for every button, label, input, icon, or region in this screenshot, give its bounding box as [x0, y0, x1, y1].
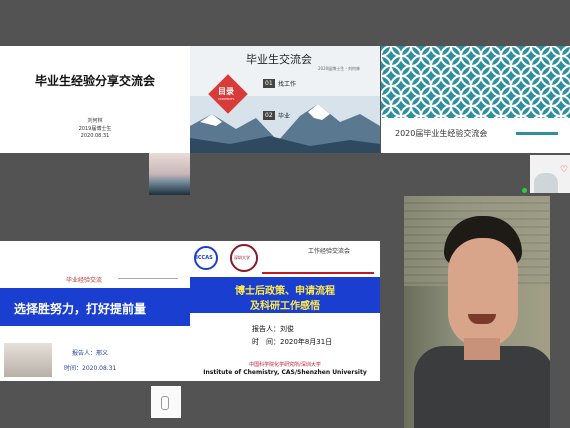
slide-title-line1: 博士后政策、申请流程 — [235, 286, 335, 297]
status-dot — [522, 188, 527, 193]
participant-video-thumb[interactable] — [149, 153, 190, 195]
pattern-background — [381, 46, 570, 118]
participant-tile-4[interactable]: 毕业经验交流 选择胜努力，打好提前量 报告人：邢义 时间：2020.08.31 — [0, 241, 190, 381]
contents-label: 目录 — [218, 87, 234, 96]
logo-iccas-text: ICCAS — [196, 255, 213, 261]
item-num-1: 01 — [263, 79, 275, 88]
slide-headline: 选择胜努力，打好提前量 — [14, 302, 147, 316]
institution-en: Institute of Chemistry, CAS/Shenzhen Uni… — [203, 369, 367, 376]
participant-tile-2[interactable]: 毕业生交流会 2020届博士生 · 刘何林 目录 CONTENTS 01 找工作… — [190, 46, 380, 153]
report-time: 时 间：2020年8月31日 — [252, 338, 333, 346]
reporter: 报告人：邢义 — [72, 350, 109, 357]
presenter-group: 2019届博士生 — [78, 126, 112, 132]
person-face — [448, 238, 518, 348]
report-time: 时间：2020.08.31 — [64, 365, 117, 372]
slide-date: 2020.08.31 — [80, 133, 110, 139]
item-label-2: 毕业 — [278, 113, 291, 120]
building-image — [4, 343, 52, 377]
slide-title: 2020届毕业生经验交流会 — [395, 129, 488, 138]
participant-video-thumb-2[interactable]: ♡ — [530, 155, 570, 193]
accent-bar — [516, 132, 558, 135]
presenter-name: 刘何林 — [87, 118, 103, 124]
participant-video-main[interactable] — [404, 196, 550, 428]
logo-szu-text: 深圳大学 — [234, 255, 250, 260]
participant-video-thumb-3[interactable] — [151, 386, 181, 418]
deco-line — [118, 278, 178, 279]
participant-tile-1[interactable]: 毕业生经验分享交流会 刘何林 2019届博士生 2020.08.31 — [0, 46, 190, 153]
corner-title: 工作经验交流会 — [308, 248, 351, 255]
slide-title: 毕业生交流会 — [246, 53, 312, 66]
institution-cn: 中国科学院化学研究所/深圳大学 — [249, 362, 321, 368]
slide-title-line2: 及科研工作感悟 — [250, 301, 320, 312]
slide-title: 毕业生经验分享交流会 — [34, 74, 155, 88]
item-label-1: 找工作 — [278, 81, 297, 88]
participant-tile-3[interactable]: 2020届毕业生经验交流会 — [381, 46, 570, 153]
participant-tile-5[interactable]: ICCAS 深圳大学 工作经验交流会 博士后政策、申请流程 及科研工作感悟 报告… — [190, 241, 380, 381]
heart-icon: ♡ — [560, 165, 569, 175]
person-neck — [464, 338, 500, 360]
reporter: 报告人：刘俊 — [252, 325, 294, 333]
slide-meta: 2020届博士生 · 刘何林 — [318, 66, 360, 71]
person-silhouette — [534, 173, 558, 193]
mini-figure — [161, 396, 169, 410]
contents-sub: CONTENTS — [218, 97, 235, 101]
item-num-2: 02 — [263, 111, 275, 120]
slide-top-label: 毕业经验交流 — [66, 277, 103, 284]
corner-rule — [262, 272, 374, 274]
